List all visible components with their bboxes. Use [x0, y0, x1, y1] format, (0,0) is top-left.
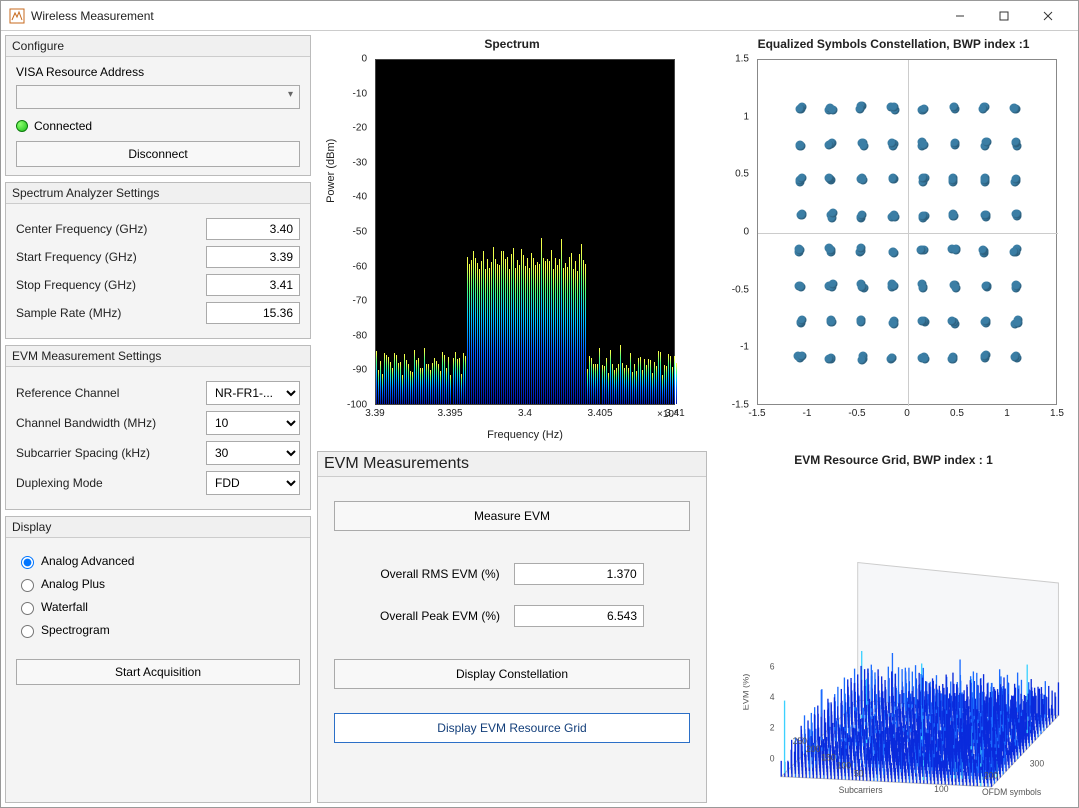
start-freq-input[interactable]	[206, 246, 300, 268]
status-led-icon	[16, 120, 28, 132]
visa-label: VISA Resource Address	[16, 65, 300, 79]
visa-address-dropdown[interactable]	[16, 85, 300, 109]
titlebar: Wireless Measurement	[1, 1, 1078, 31]
peak-evm-label: Overall Peak EVM (%)	[380, 609, 500, 623]
maximize-button[interactable]	[982, 2, 1026, 30]
evm-measurements-panel: EVM Measurements Measure EVM Overall RMS…	[317, 451, 707, 803]
duplex-label: Duplexing Mode	[16, 476, 200, 490]
svg-text:4: 4	[770, 692, 775, 702]
peak-evm-value[interactable]	[514, 605, 644, 627]
svg-text:200: 200	[806, 744, 820, 754]
svg-text:250: 250	[793, 736, 807, 746]
spectrogram-radio[interactable]	[21, 625, 34, 638]
minimize-button[interactable]	[938, 2, 982, 30]
duplex-select[interactable]: FDD	[206, 471, 300, 495]
ch-bw-select[interactable]: 10	[206, 411, 300, 435]
sample-rate-input[interactable]	[206, 302, 300, 324]
configure-header: Configure	[6, 36, 310, 57]
svg-text:0: 0	[770, 753, 775, 763]
window-title: Wireless Measurement	[31, 9, 938, 23]
close-button[interactable]	[1026, 2, 1070, 30]
rms-evm-value[interactable]	[514, 563, 644, 585]
ch-bw-label: Channel Bandwidth (MHz)	[16, 416, 200, 430]
rms-evm-label: Overall RMS EVM (%)	[380, 567, 499, 581]
spectrum-xlabel: Frequency (Hz)	[487, 429, 563, 441]
svg-text:EVM (%): EVM (%)	[743, 674, 751, 711]
sample-rate-label: Sample Rate (MHz)	[16, 306, 200, 320]
constellation-plot: Equalized Symbols Constellation, BWP ind…	[713, 35, 1074, 445]
svg-text:300: 300	[1030, 758, 1044, 768]
measure-evm-button[interactable]: Measure EVM	[334, 501, 690, 531]
waterfall-radio[interactable]	[21, 602, 34, 615]
svg-text:OFDM symbols: OFDM symbols	[982, 787, 1042, 797]
content-area: Configure VISA Resource Address Connecte…	[1, 31, 1078, 807]
svg-text:100: 100	[837, 760, 851, 770]
opt1: Analog Plus	[41, 577, 105, 591]
display-header: Display	[6, 517, 310, 538]
resource-grid-title: EVM Resource Grid, BWP index : 1	[713, 451, 1074, 469]
evm-settings-header: EVM Measurement Settings	[6, 346, 310, 367]
spectrum-ylabel: Power (dBm)	[325, 139, 337, 203]
sa-header: Spectrum Analyzer Settings	[6, 183, 310, 204]
display-evm-resource-grid-button[interactable]: Display EVM Resource Grid	[334, 713, 690, 743]
opt0: Analog Advanced	[41, 554, 134, 568]
start-freq-label: Start Frequency (GHz)	[16, 250, 200, 264]
configure-panel: Configure VISA Resource Address Connecte…	[5, 35, 311, 176]
svg-text:50: 50	[854, 768, 864, 778]
start-acquisition-button[interactable]: Start Acquisition	[16, 659, 300, 685]
analog-advanced-radio[interactable]	[21, 556, 34, 569]
constellation-title: Equalized Symbols Constellation, BWP ind…	[713, 35, 1074, 53]
disconnect-button[interactable]: Disconnect	[16, 141, 300, 167]
evm-meas-header: EVM Measurements	[318, 452, 706, 477]
svg-text:2: 2	[770, 722, 775, 732]
stop-freq-label: Stop Frequency (GHz)	[16, 278, 200, 292]
scs-select[interactable]: 30	[206, 441, 300, 465]
svg-text:100: 100	[934, 784, 948, 794]
spectrum-x-exponent: ×10⁹	[657, 409, 707, 423]
center-freq-label: Center Frequency (GHz)	[16, 222, 200, 236]
svg-text:200: 200	[984, 770, 998, 780]
ref-channel-label: Reference Channel	[16, 386, 200, 400]
display-constellation-button[interactable]: Display Constellation	[334, 659, 690, 689]
spectrum-title: Spectrum	[317, 35, 707, 53]
evm-measurement-settings-panel: EVM Measurement Settings Reference Chann…	[5, 345, 311, 510]
svg-text:Subcarriers: Subcarriers	[839, 785, 883, 795]
left-pane: Configure VISA Resource Address Connecte…	[5, 35, 311, 803]
display-panel: Display Analog Advanced Analog Plus Wate…	[5, 516, 311, 803]
center-freq-input[interactable]	[206, 218, 300, 240]
spectrum-plot: Spectrum 0-10-20-30-40-50-60-70-80-90-10…	[317, 35, 707, 445]
svg-text:6: 6	[770, 661, 775, 671]
stop-freq-input[interactable]	[206, 274, 300, 296]
ref-channel-select[interactable]: NR-FR1-...	[206, 381, 300, 405]
scs-label: Subcarrier Spacing (kHz)	[16, 446, 200, 460]
opt2: Waterfall	[41, 600, 88, 614]
spectrum-analyzer-settings-panel: Spectrum Analyzer Settings Center Freque…	[5, 182, 311, 339]
app-window: Wireless Measurement Configure VISA Reso…	[0, 0, 1079, 808]
opt3: Spectrogram	[41, 623, 110, 637]
status-text: Connected	[34, 119, 92, 133]
evm-resource-grid-plot: EVM Resource Grid, BWP index : 1 6 4 2 0	[713, 451, 1074, 803]
right-pane: Spectrum 0-10-20-30-40-50-60-70-80-90-10…	[317, 35, 1074, 803]
app-icon	[9, 8, 25, 24]
svg-text:150: 150	[821, 752, 835, 762]
analog-plus-radio[interactable]	[21, 579, 34, 592]
